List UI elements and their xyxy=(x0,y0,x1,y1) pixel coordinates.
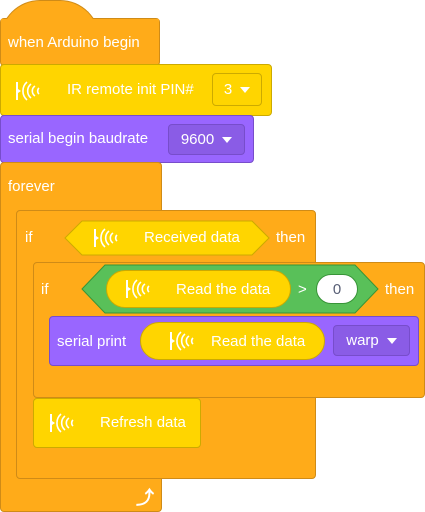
print-mode-dropdown[interactable]: warp xyxy=(333,325,410,356)
compare-value: 0 xyxy=(332,280,342,298)
chevron-down-icon xyxy=(386,337,397,344)
loop-arrow-icon: ⤴ xyxy=(136,488,154,508)
baud-dropdown[interactable]: 9600 xyxy=(168,124,245,155)
ir-init-label: IR remote init PIN# xyxy=(67,81,194,98)
if-label: if xyxy=(41,281,49,298)
serial-begin-label: serial begin baudrate xyxy=(8,130,149,147)
read-data-label: Read the data xyxy=(211,333,306,350)
print-mode-value: warp xyxy=(346,332,379,349)
chevron-down-icon xyxy=(240,86,251,93)
baud-value: 9600 xyxy=(180,131,215,148)
received-data-label: Received data xyxy=(144,229,240,246)
hat-label: when Arduino begin xyxy=(8,34,140,51)
then-label: then xyxy=(385,281,415,298)
refresh-data-label: Refresh data xyxy=(100,414,186,431)
if-label: if xyxy=(25,229,33,246)
ir-sensor-icon xyxy=(48,412,80,434)
compare-value-input[interactable]: 0 xyxy=(316,274,358,304)
then-label: then xyxy=(276,229,306,246)
greater-than-label: > xyxy=(298,281,307,298)
forever-label: forever xyxy=(8,178,55,195)
ir-sensor-icon xyxy=(92,227,124,249)
serial-print-label: serial print xyxy=(57,333,127,350)
ir-sensor-icon xyxy=(14,80,46,102)
read-data-label: Read the data xyxy=(176,281,271,298)
ir-sensor-icon xyxy=(124,278,156,300)
pin-dropdown[interactable]: 3 xyxy=(212,73,262,106)
ir-sensor-icon xyxy=(168,330,200,352)
pin-value: 3 xyxy=(223,81,233,98)
chevron-down-icon xyxy=(222,136,233,143)
